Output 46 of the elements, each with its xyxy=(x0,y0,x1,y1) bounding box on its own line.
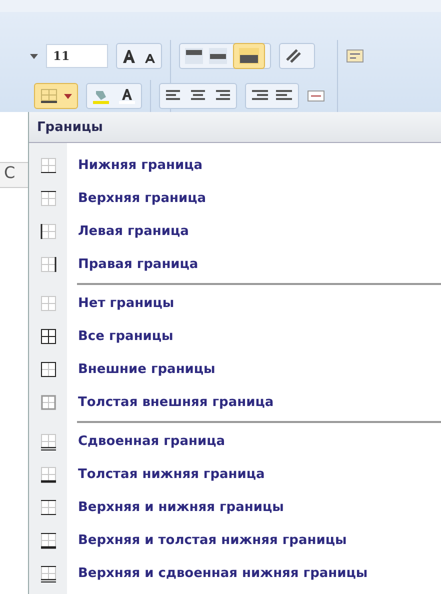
menu-item[interactable]: Верхняя граница xyxy=(29,182,441,215)
border-icon xyxy=(38,465,58,484)
column-header[interactable]: C xyxy=(0,162,28,188)
dropdown-caret-icon[interactable] xyxy=(64,94,72,98)
grow-font-icon[interactable] xyxy=(122,48,138,64)
menu-item[interactable]: Верхняя и сдвоенная нижняя границы xyxy=(29,557,441,590)
border-icon xyxy=(38,327,58,346)
fill-color-button[interactable] xyxy=(86,83,142,109)
dropdown-caret-icon[interactable] xyxy=(30,54,38,58)
align-top-icon xyxy=(185,48,203,64)
align-middle-icon xyxy=(209,48,227,64)
border-icon xyxy=(38,531,58,550)
menu-item[interactable]: Все границы xyxy=(29,320,441,353)
border-icon xyxy=(38,393,58,412)
menu-item[interactable]: Правая граница xyxy=(29,248,441,281)
horizontal-align-buttons[interactable] xyxy=(159,83,237,109)
border-icon xyxy=(38,564,58,583)
menu-item[interactable]: Нижняя граница xyxy=(29,149,441,182)
grid-icon xyxy=(40,88,58,104)
menu-item[interactable]: Толстая внешняя граница xyxy=(29,386,441,419)
font-size-field[interactable]: 11 xyxy=(46,44,108,68)
menu-item[interactable]: Левая граница xyxy=(29,215,441,248)
wrap-text-icon xyxy=(346,48,364,64)
menu-item[interactable]: Толстая нижняя граница xyxy=(29,458,441,491)
menu-title: Границы xyxy=(29,112,441,143)
font-grow-shrink-buttons[interactable] xyxy=(116,43,162,69)
indent-buttons[interactable] xyxy=(245,83,299,109)
menu-item[interactable]: Внешние границы xyxy=(29,353,441,386)
border-icon xyxy=(38,156,58,175)
border-icon xyxy=(38,222,58,241)
align-bottom-icon xyxy=(239,48,259,64)
border-icon xyxy=(38,294,58,313)
border-icon xyxy=(38,498,58,517)
menu-item[interactable]: Верхняя и нижняя границы xyxy=(29,491,441,524)
menu-item[interactable]: Сдвоенная граница xyxy=(29,425,441,458)
border-icon xyxy=(38,189,58,208)
font-color-icon xyxy=(118,88,136,104)
menu-item[interactable]: Нет границы xyxy=(29,287,441,320)
border-icon xyxy=(38,255,58,274)
menu-item[interactable]: Верхняя и толстая нижняя границы xyxy=(29,524,441,557)
align-bottom-button[interactable] xyxy=(233,43,265,69)
vertical-align-buttons[interactable] xyxy=(179,43,271,69)
borders-button[interactable] xyxy=(34,83,78,109)
border-icon xyxy=(38,432,58,451)
orientation-button[interactable] xyxy=(279,43,315,69)
border-icon xyxy=(38,360,58,379)
